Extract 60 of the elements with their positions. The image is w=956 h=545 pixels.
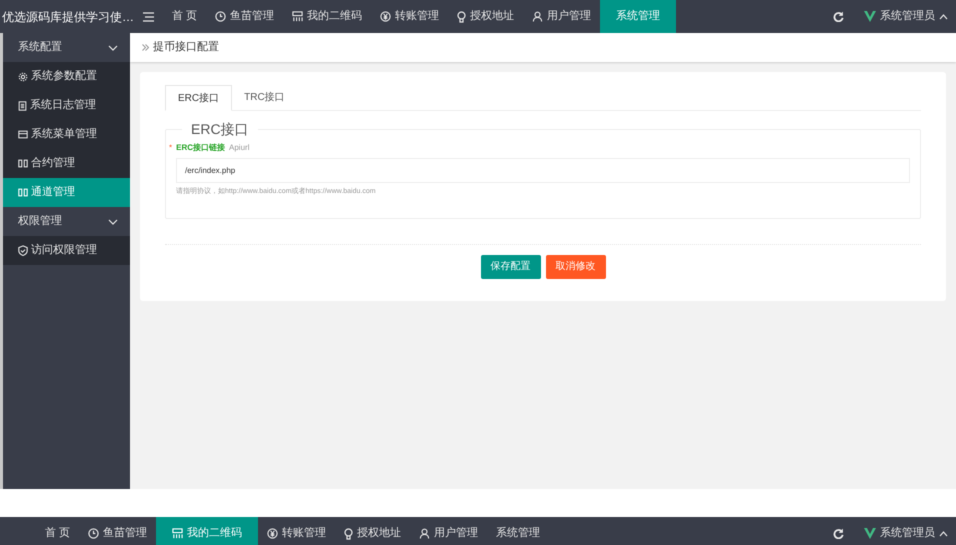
sidebar-item[interactable]: 通道管理 bbox=[3, 178, 130, 207]
caret-icon bbox=[939, 530, 948, 536]
api-url-field[interactable]: /erc/index.php bbox=[176, 158, 910, 183]
sidebar-group[interactable]: 系统配置 bbox=[3, 33, 130, 62]
clock-icon bbox=[88, 528, 100, 539]
sidebar-item[interactable]: 系统日志管理 bbox=[3, 91, 130, 120]
sidebar-item[interactable]: 系统菜单管理 bbox=[3, 120, 130, 149]
sidebar-item[interactable]: 合约管理 bbox=[3, 149, 130, 178]
nav-tab[interactable]: 首 页 bbox=[36, 517, 80, 545]
menu-icon[interactable] bbox=[142, 12, 154, 22]
fieldset-legend: ERC接口 bbox=[182, 119, 258, 140]
user-icon bbox=[419, 528, 430, 539]
refresh-icon[interactable] bbox=[833, 11, 844, 22]
nav-tab[interactable]: 转账管理 bbox=[258, 517, 336, 545]
columns-icon bbox=[18, 159, 28, 168]
nav-tab[interactable]: 授权地址 bbox=[448, 0, 524, 33]
v-logo-icon bbox=[864, 528, 876, 539]
nav-tab[interactable]: 我的二维码 bbox=[283, 0, 372, 33]
yen-icon bbox=[267, 528, 278, 539]
user-menu[interactable]: 系统管理员 bbox=[856, 0, 956, 33]
v-logo-icon bbox=[864, 11, 876, 22]
tab[interactable]: TRC接口 bbox=[232, 85, 297, 110]
clock-icon bbox=[215, 11, 226, 22]
sidebar-item[interactable]: 访问权限管理 bbox=[3, 236, 130, 265]
user-menu[interactable]: 系统管理员 bbox=[856, 517, 956, 545]
site-title: 优选源码库提供学习使… bbox=[2, 8, 134, 24]
document-icon bbox=[18, 100, 27, 110]
field-sublabel: Apiurl bbox=[229, 142, 250, 154]
shield-icon bbox=[18, 245, 28, 256]
caret-icon bbox=[939, 14, 948, 20]
nav-tab[interactable]: 我的二维码 bbox=[156, 517, 258, 545]
window-icon bbox=[18, 130, 28, 139]
refresh-icon[interactable] bbox=[833, 528, 844, 539]
field-label: ERC接口链接 bbox=[176, 142, 226, 154]
nav-tab[interactable]: 授权地址 bbox=[335, 517, 410, 545]
sidebar-item[interactable]: 系统参数配置 bbox=[3, 62, 130, 91]
nav-tab[interactable]: 用户管理 bbox=[410, 517, 488, 545]
double-chevron-icon bbox=[142, 44, 149, 51]
grid-icon bbox=[292, 11, 304, 22]
yen-icon bbox=[380, 11, 392, 22]
nav-tab[interactable]: 系统管理 bbox=[487, 517, 550, 545]
user-icon bbox=[532, 11, 544, 22]
chevron-icon bbox=[108, 218, 118, 224]
bulb-icon bbox=[457, 10, 466, 22]
chevron-icon bbox=[108, 44, 118, 50]
bulb-icon bbox=[344, 528, 354, 540]
sidebar-group[interactable]: 权限管理 bbox=[3, 207, 130, 236]
gear-icon bbox=[18, 72, 28, 82]
action-button[interactable]: 保存配置 bbox=[480, 254, 540, 278]
nav-tab[interactable]: 首 页 bbox=[163, 0, 206, 33]
nav-tab[interactable]: 转账管理 bbox=[371, 0, 448, 33]
grid-icon bbox=[172, 528, 184, 539]
nav-tab[interactable]: 鱼苗管理 bbox=[206, 0, 284, 33]
nav-tab[interactable]: 鱼苗管理 bbox=[79, 517, 156, 545]
tab[interactable]: ERC接口 bbox=[165, 85, 232, 111]
breadcrumb: 提币接口配置 bbox=[153, 40, 219, 56]
nav-tab[interactable]: 系统管理 bbox=[600, 0, 676, 33]
required-mark: * bbox=[169, 143, 172, 153]
columns-icon bbox=[18, 188, 28, 197]
nav-tab[interactable]: 用户管理 bbox=[523, 0, 600, 33]
